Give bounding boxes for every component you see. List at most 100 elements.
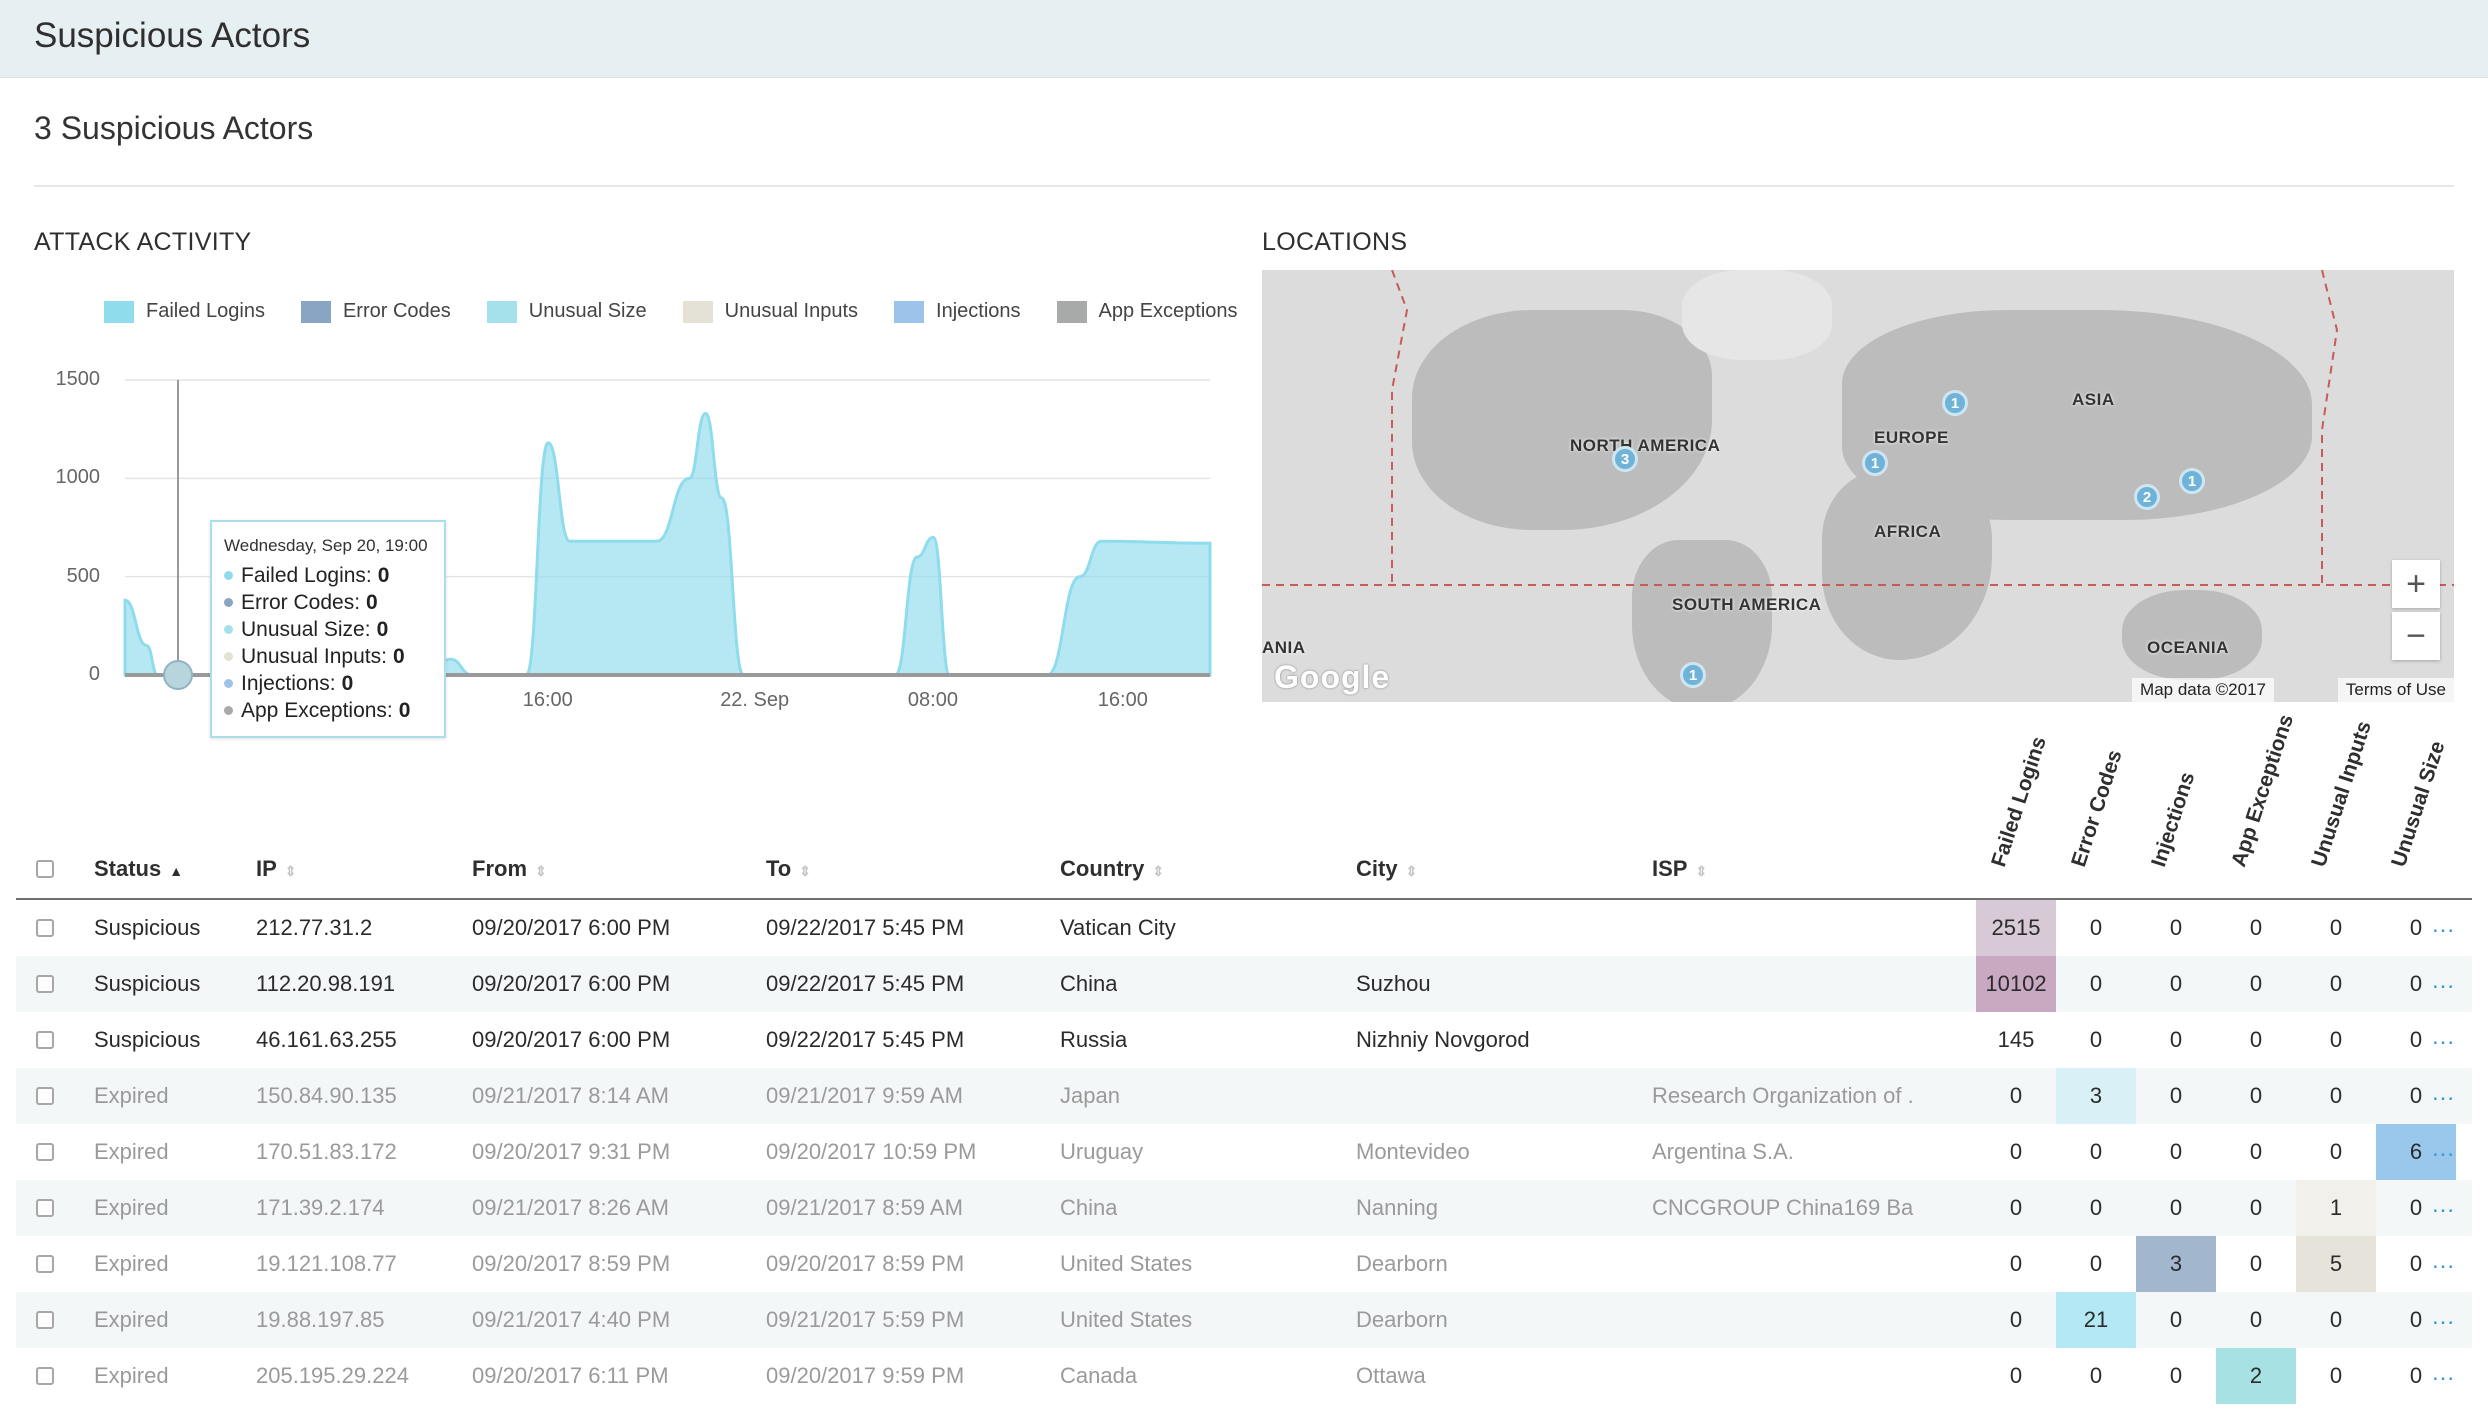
column-header-from[interactable]: From ⇕ bbox=[472, 856, 547, 882]
cell-city: Dearborn bbox=[1356, 1307, 1448, 1332]
map-label-south-america: SOUTH AMERICA bbox=[1672, 595, 1822, 614]
table-row[interactable]: Expired 150.84.90.135 09/21/2017 8:14 AM 09… bbox=[16, 1068, 2472, 1124]
map-zoom-out-button[interactable]: − bbox=[2392, 612, 2440, 660]
column-header-country[interactable]: Country ⇕ bbox=[1060, 856, 1164, 882]
table-row[interactable]: Expired 19.88.197.85 09/21/2017 4:40 PM 09/… bbox=[16, 1292, 2472, 1348]
row-checkbox[interactable] bbox=[36, 1087, 54, 1105]
legend-swatch bbox=[894, 300, 925, 323]
cell-ip: 19.88.197.85 bbox=[256, 1307, 385, 1332]
tooltip-bullet bbox=[224, 598, 233, 607]
table-row[interactable]: Expired 19.121.108.77 09/20/2017 8:59 PM 09… bbox=[16, 1236, 2472, 1292]
suspicious-count-heading: 3 Suspicious Actors bbox=[34, 110, 314, 146]
sort-icon[interactable]: ⇕ bbox=[1695, 863, 1707, 879]
column-header-isp[interactable]: ISP ⇕ bbox=[1652, 856, 1707, 882]
column-header-label: To bbox=[766, 856, 792, 881]
cell-from: 09/20/2017 6:11 PM bbox=[472, 1363, 669, 1388]
map-label-oceania-wrap: ANIA bbox=[1262, 638, 1306, 657]
cell-from: 09/20/2017 6:00 PM bbox=[472, 971, 671, 996]
row-more-button[interactable]: ... bbox=[2432, 1348, 2455, 1404]
cell-from: 09/21/2017 8:14 AM bbox=[472, 1083, 669, 1108]
row-more-button[interactable]: ... bbox=[2432, 1180, 2455, 1236]
sort-icon[interactable]: ⇕ bbox=[1152, 863, 1164, 879]
map-marker-japan[interactable]: 1 bbox=[2179, 468, 2205, 494]
cell-ip: 170.51.83.172 bbox=[256, 1139, 397, 1164]
column-header-label: ISP bbox=[1652, 856, 1688, 881]
sort-ascending-icon[interactable]: ▲ bbox=[169, 863, 183, 879]
row-checkbox[interactable] bbox=[36, 1367, 54, 1385]
metric-cell: 0 bbox=[2009, 1251, 2023, 1276]
column-header-status[interactable]: Status ▲ bbox=[94, 856, 183, 882]
metric-cell: 0 bbox=[2169, 1307, 2183, 1332]
metric-column-header[interactable]: Injections bbox=[2147, 769, 2200, 870]
sort-icon[interactable]: ⇕ bbox=[285, 863, 297, 879]
metric-cell: 10102 bbox=[1976, 956, 2056, 1012]
legend-item[interactable]: Injections bbox=[894, 300, 1021, 323]
tooltip-value: 0 bbox=[341, 671, 354, 695]
column-header-to[interactable]: To ⇕ bbox=[766, 856, 811, 882]
legend-label: Failed Logins bbox=[146, 300, 265, 322]
table-row[interactable]: Suspicious 46.161.63.255 09/20/2017 6:00 P… bbox=[16, 1012, 2472, 1068]
cell-isp: CNCGROUP China169 Ba... bbox=[1652, 1195, 1914, 1220]
legend-item[interactable]: Failed Logins bbox=[104, 300, 265, 323]
map-data-attribution: Map data ©2017 bbox=[2132, 678, 2274, 702]
metric-cell: 0 bbox=[2169, 915, 2183, 940]
hover-point[interactable] bbox=[163, 660, 193, 690]
metric-cell: 0 bbox=[2249, 1195, 2263, 1220]
tooltip-row: Injections: 0 bbox=[224, 670, 432, 697]
row-more-button[interactable]: ... bbox=[2432, 1012, 2455, 1068]
row-more-button[interactable]: ... bbox=[2432, 1292, 2455, 1348]
map-zoom-in-button[interactable]: + bbox=[2392, 560, 2440, 608]
metric-column-header[interactable]: App Exceptions bbox=[2227, 712, 2299, 870]
row-checkbox[interactable] bbox=[36, 975, 54, 993]
row-checkbox[interactable] bbox=[36, 1031, 54, 1049]
legend-item[interactable]: Error Codes bbox=[300, 300, 451, 323]
row-checkbox[interactable] bbox=[36, 919, 54, 937]
column-header-ip[interactable]: IP ⇕ bbox=[256, 856, 297, 882]
sort-icon[interactable]: ⇕ bbox=[535, 863, 547, 879]
table-row[interactable]: Suspicious 112.20.98.191 09/20/2017 6:00 P… bbox=[16, 956, 2472, 1012]
metric-cell: 0 bbox=[2249, 971, 2263, 996]
legend-item[interactable]: Unusual Inputs bbox=[682, 300, 858, 323]
row-more-button[interactable]: ... bbox=[2432, 1068, 2455, 1124]
locations-map[interactable]: NORTH AMERICA EUROPE ASIA AFRICA SOUTH A… bbox=[1262, 270, 2454, 702]
metric-cell: 0 bbox=[2329, 971, 2343, 996]
row-more-button[interactable]: ... bbox=[2432, 1124, 2455, 1180]
table-row[interactable]: Expired 205.195.29.224 09/20/2017 6:11 PM 0… bbox=[16, 1348, 2472, 1404]
row-checkbox[interactable] bbox=[36, 1199, 54, 1217]
column-header-city[interactable]: City ⇕ bbox=[1356, 856, 1417, 882]
table-row[interactable]: Expired 170.51.83.172 09/20/2017 9:31 PM 09… bbox=[16, 1124, 2472, 1180]
metric-cell: 2 bbox=[2216, 1348, 2296, 1404]
metric-column-header[interactable]: Failed Logins bbox=[1987, 734, 2052, 870]
cell-to: 09/20/2017 9:59 PM bbox=[766, 1363, 965, 1388]
row-more-button[interactable]: ... bbox=[2432, 1236, 2455, 1292]
metric-cell: 0 bbox=[2089, 1363, 2103, 1388]
sort-icon[interactable]: ⇕ bbox=[799, 863, 811, 879]
map-marker-north-america[interactable]: 3 bbox=[1612, 446, 1638, 472]
map-marker-uruguay[interactable]: 1 bbox=[1680, 662, 1706, 688]
legend-item[interactable]: App Exceptions bbox=[1056, 300, 1238, 323]
cell-city: Nanning bbox=[1356, 1195, 1438, 1220]
sort-icon[interactable]: ⇕ bbox=[1406, 863, 1418, 879]
cell-status: Suspicious bbox=[94, 915, 201, 940]
row-more-button[interactable]: ... bbox=[2432, 956, 2455, 1012]
cell-status: Expired bbox=[94, 1195, 169, 1220]
legend-item[interactable]: Unusual Size bbox=[486, 300, 647, 323]
map-marker-russia[interactable]: 1 bbox=[1942, 390, 1968, 416]
row-checkbox[interactable] bbox=[36, 1255, 54, 1273]
row-more-button[interactable]: ... bbox=[2432, 900, 2455, 956]
map-terms-link[interactable]: Terms of Use bbox=[2337, 678, 2454, 702]
row-checkbox[interactable] bbox=[36, 1311, 54, 1329]
legend-label: Unusual Size bbox=[528, 300, 647, 322]
google-logo: Google bbox=[1274, 659, 1391, 695]
row-checkbox[interactable] bbox=[36, 1143, 54, 1161]
cell-city: Ottawa bbox=[1356, 1363, 1426, 1388]
map-marker-china[interactable]: 2 bbox=[2134, 484, 2160, 510]
select-all-checkbox[interactable] bbox=[36, 860, 54, 878]
metric-column-header[interactable]: Error Codes bbox=[2067, 747, 2127, 870]
table-row[interactable]: Expired 171.39.2.174 09/21/2017 8:26 AM 09/… bbox=[16, 1180, 2472, 1236]
metric-column-header[interactable]: Unusual Size bbox=[2387, 738, 2450, 870]
legend-swatch bbox=[300, 300, 331, 323]
metric-column-header[interactable]: Unusual Inputs bbox=[2307, 718, 2377, 870]
map-marker-vatican[interactable]: 1 bbox=[1862, 450, 1888, 476]
table-row[interactable]: Suspicious 212.77.31.2 09/20/2017 6:00 PM 0… bbox=[16, 900, 2472, 956]
